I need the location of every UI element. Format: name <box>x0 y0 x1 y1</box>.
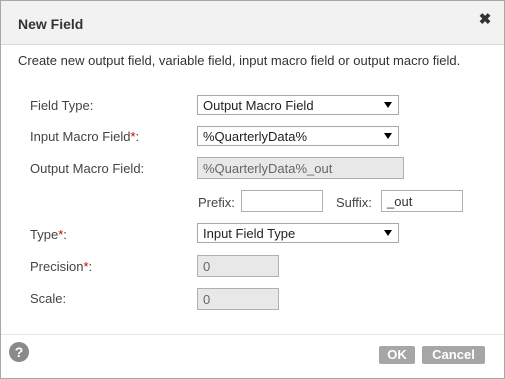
help-icon[interactable]: ? <box>9 342 29 362</box>
chevron-down-icon <box>384 133 392 139</box>
label-colon: : <box>135 129 140 144</box>
dialog-description: Create new output field, variable field,… <box>18 53 461 68</box>
input-macro-field-value: %QuarterlyData% <box>203 129 308 144</box>
input-macro-field-label-text: Input Macro Field <box>30 129 131 144</box>
input-macro-field-select[interactable]: %QuarterlyData% <box>197 126 399 146</box>
type-value: Input Field Type <box>203 226 296 241</box>
close-icon[interactable]: ✖ <box>478 12 492 27</box>
prefix-label: Prefix: <box>198 195 235 210</box>
suffix-input[interactable]: _out <box>381 190 463 212</box>
new-field-dialog: New Field ✖ Create new output field, var… <box>0 0 505 379</box>
chevron-down-icon <box>384 230 392 236</box>
type-label: Type*: <box>30 227 67 242</box>
input-macro-field-label: Input Macro Field*: <box>30 129 139 144</box>
output-macro-field-label: Output Macro Field: <box>30 161 145 176</box>
prefix-input[interactable] <box>241 190 323 212</box>
scale-input: 0 <box>197 288 279 310</box>
precision-input: 0 <box>197 255 279 277</box>
label-colon: : <box>63 227 67 242</box>
output-macro-field-input: %QuarterlyData%_out <box>197 157 404 179</box>
field-type-select[interactable]: Output Macro Field <box>197 95 399 115</box>
ok-button[interactable]: OK <box>379 346 415 364</box>
dialog-titlebar: New Field ✖ <box>1 1 504 45</box>
field-type-value: Output Macro Field <box>203 98 314 113</box>
cancel-button[interactable]: Cancel <box>422 346 485 364</box>
suffix-label: Suffix: <box>336 195 372 210</box>
precision-label: Precision*: <box>30 259 92 274</box>
type-select[interactable]: Input Field Type <box>197 223 399 243</box>
type-label-text: Type <box>30 227 59 242</box>
dialog-title: New Field <box>18 16 84 32</box>
label-colon: : <box>88 259 93 274</box>
field-type-label: Field Type: <box>30 98 94 113</box>
precision-label-text: Precision <box>30 259 84 274</box>
scale-label: Scale: <box>30 291 67 306</box>
chevron-down-icon <box>384 102 392 108</box>
